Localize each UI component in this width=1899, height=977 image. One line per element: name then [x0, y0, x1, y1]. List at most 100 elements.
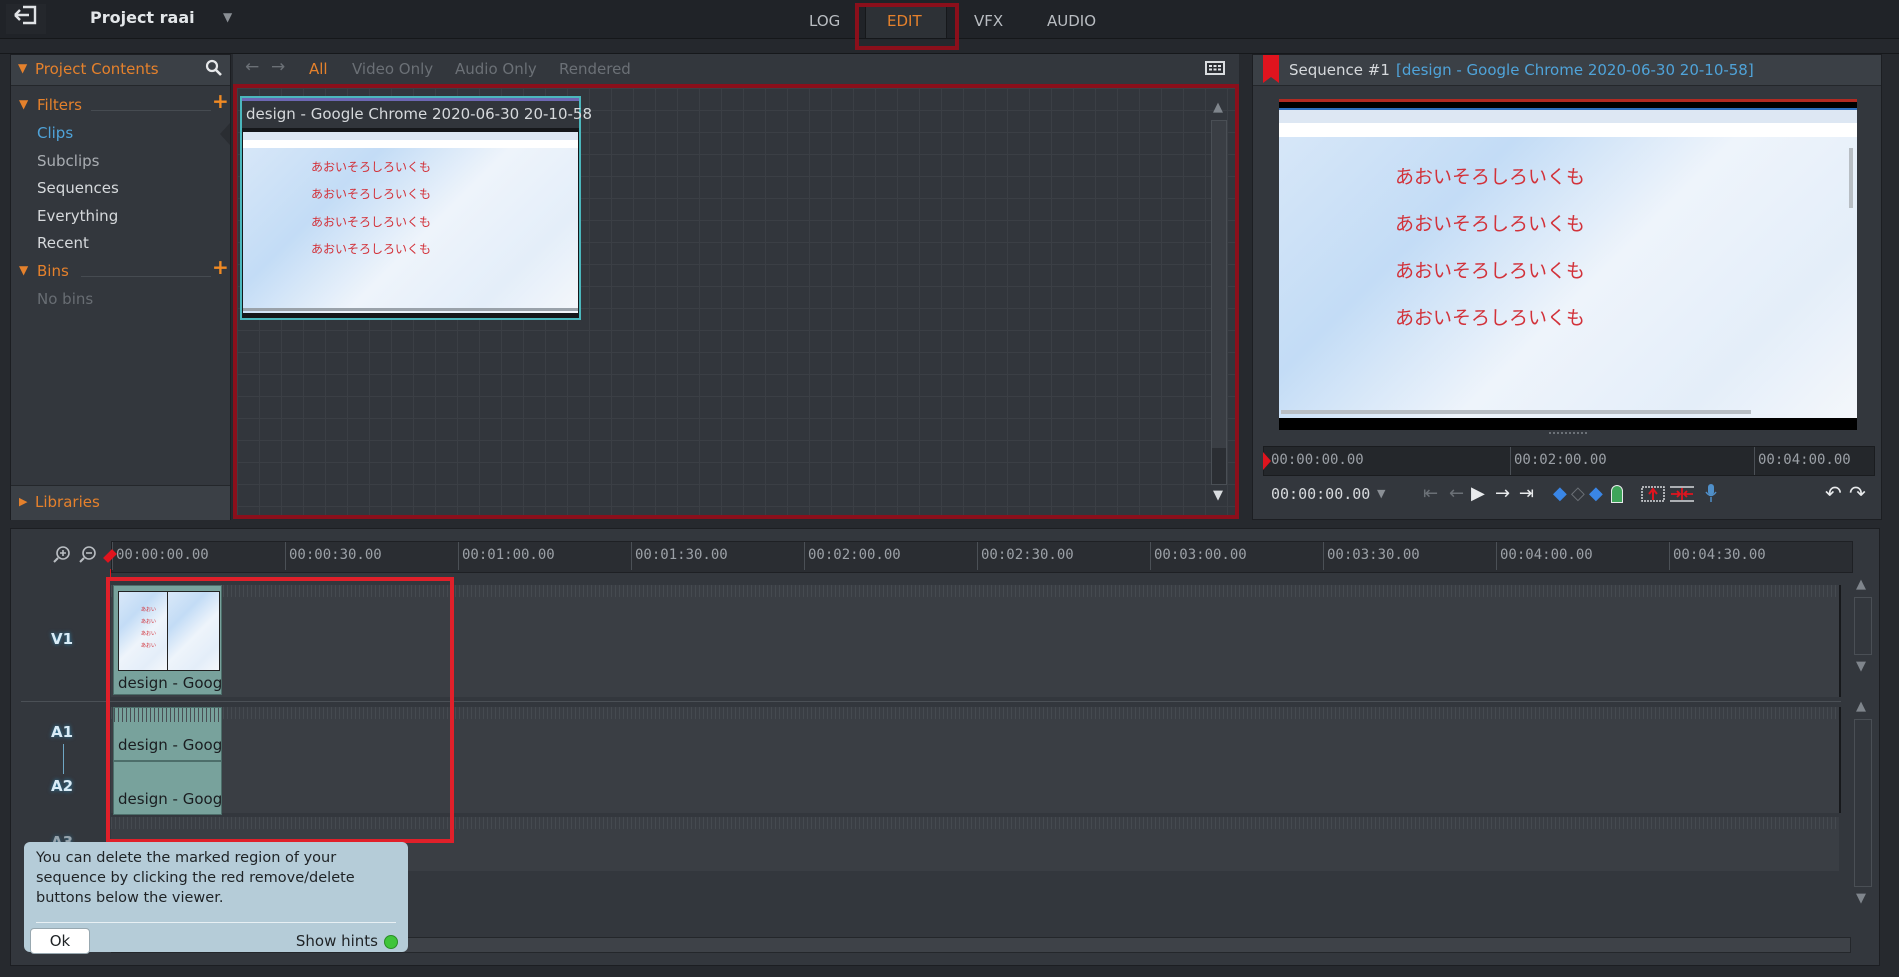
filter-rendered[interactable]: Rendered	[559, 60, 631, 78]
media-browser-scrollbar[interactable]: ▲ ▼	[1211, 100, 1227, 505]
show-hints-toggle-icon[interactable]	[384, 935, 398, 949]
undo-icon[interactable]: ↶	[1825, 481, 1842, 505]
sequence-label: Sequence #1	[1289, 61, 1390, 79]
tab-log[interactable]: LOG	[809, 12, 840, 30]
ruler-label: 00:03:30.00	[1327, 547, 1420, 563]
ruler-label: 00:00:00.00	[116, 547, 209, 563]
viewer-timecode[interactable]: 00:00:00.00	[1271, 485, 1370, 503]
viewer-ruler-label: 00:00:00.00	[1271, 452, 1364, 468]
filter-item-clips[interactable]: Clips	[37, 124, 73, 142]
filter-item-subclips[interactable]: Subclips	[37, 152, 99, 170]
timeline-ruler[interactable]: 00:00:00.00 00:00:30.00 00:01:00.00 00:0…	[111, 541, 1853, 573]
filters-section-label[interactable]: Filters	[37, 96, 82, 114]
thumb-text-line: あおいそろしろいくも	[311, 215, 432, 229]
bins-section-label[interactable]: Bins	[37, 262, 69, 280]
scroll-down-arrow-icon[interactable]: ▼	[1213, 488, 1223, 503]
mark-out-icon[interactable]: ◆	[1589, 483, 1603, 504]
track-label-a2[interactable]: A2	[51, 777, 73, 795]
add-bin-plus-icon[interactable]: +	[212, 255, 229, 279]
filter-item-everything[interactable]: Everything	[37, 207, 118, 225]
tab-vfx[interactable]: VFX	[974, 12, 1003, 30]
project-contents-header[interactable]: ▼ Project Contents	[11, 55, 230, 86]
sequence-bookmark-icon	[1263, 55, 1279, 87]
viewer-ruler-label: 00:04:00.00	[1758, 452, 1851, 468]
selected-filter-pointer	[220, 123, 230, 145]
viewer-frame-hscrollbar	[1281, 410, 1751, 414]
scrollbar-thumb[interactable]	[1212, 448, 1226, 484]
delete-region-icon[interactable]	[1669, 485, 1695, 507]
libraries-section[interactable]: ▶ Libraries	[11, 485, 230, 520]
tab-audio[interactable]: AUDIO	[1047, 12, 1096, 30]
viewer-header: Sequence #1 [design - Google Chrome 2020…	[1253, 55, 1881, 86]
sequence-viewer: Sequence #1 [design - Google Chrome 2020…	[1252, 54, 1882, 520]
ruler-label: 00:01:30.00	[635, 547, 728, 563]
bins-triangle-icon[interactable]: ▼	[19, 263, 28, 277]
add-marker-icon[interactable]	[1611, 485, 1623, 503]
search-icon[interactable]	[205, 59, 223, 81]
filter-item-recent[interactable]: Recent	[37, 234, 89, 252]
viewer-screen[interactable]: あおいそろしろいくも あおいそろしろいくも あおいそろしろいくも あおいそろしろ…	[1279, 99, 1857, 430]
filter-audio-only[interactable]: Audio Only	[455, 60, 537, 78]
play-icon[interactable]: ▶	[1471, 483, 1485, 504]
audio-tracks-scroll-down-icon[interactable]: ▼	[1856, 891, 1866, 906]
hint-text: You can delete the marked region of your…	[36, 850, 355, 906]
hint-popup: You can delete the marked region of your…	[24, 842, 408, 954]
viewer-playhead-icon[interactable]	[1263, 452, 1271, 470]
add-filter-plus-icon[interactable]: +	[212, 89, 229, 113]
track-link-line	[63, 744, 64, 774]
filter-video-only[interactable]: Video Only	[352, 60, 433, 78]
ruler-label: 00:04:00.00	[1500, 547, 1593, 563]
ruler-tick	[1150, 542, 1151, 570]
redo-icon[interactable]: ↷	[1849, 481, 1866, 505]
viewer-text-line: あおいそろしろいくも	[1395, 260, 1586, 282]
video-tracks-scroll-down-icon[interactable]: ▼	[1856, 659, 1866, 674]
grid-view-icon[interactable]	[1205, 61, 1225, 75]
viewer-text-line: あおいそろしろいくも	[1395, 166, 1586, 188]
viewer-text-line: あおいそろしろいくも	[1395, 307, 1586, 329]
clip-thumbnail-card[interactable]: design - Google Chrome 2020-06-30 20-10-…	[240, 96, 592, 320]
ruler-label: 00:01:00.00	[462, 547, 555, 563]
go-to-start-icon[interactable]: ⇤	[1423, 483, 1438, 504]
voice-over-mic-icon[interactable]	[1705, 483, 1717, 507]
hint-ok-button[interactable]: Ok	[30, 928, 90, 954]
show-hints-label[interactable]: Show hints	[296, 932, 378, 950]
audio-tracks-scrollbar[interactable]	[1854, 719, 1872, 887]
filter-item-sequences[interactable]: Sequences	[37, 179, 119, 197]
step-forward-icon[interactable]: →	[1495, 483, 1510, 504]
scrollbar-track[interactable]	[1211, 120, 1227, 485]
video-tracks-scroll-up-icon[interactable]: ▲	[1856, 577, 1866, 592]
step-back-icon[interactable]: ←	[1449, 483, 1464, 504]
exit-project-button[interactable]	[6, 4, 46, 34]
filter-all[interactable]: All	[309, 60, 328, 78]
ruler-label: 00:02:00.00	[808, 547, 901, 563]
expand-triangle-icon: ▼	[18, 61, 28, 75]
viewer-frame-scrollbar	[1849, 148, 1853, 208]
viewer-ruler-tick	[1510, 447, 1511, 475]
zoom-in-icon[interactable]	[53, 545, 71, 567]
edit-tab-highlight	[855, 3, 959, 50]
ruler-label: 00:00:30.00	[289, 547, 382, 563]
remove-region-icon[interactable]	[1641, 485, 1665, 507]
back-arrow-icon[interactable]: ←	[245, 57, 259, 77]
filters-triangle-icon[interactable]: ▼	[19, 97, 28, 111]
audio-tracks-scroll-up-icon[interactable]: ▲	[1856, 699, 1866, 714]
viewer-ruler[interactable]: 00:00:00.00 00:02:00.00 00:04:00.00	[1263, 446, 1875, 476]
forward-arrow-icon[interactable]: →	[271, 57, 285, 77]
hint-separator	[36, 922, 396, 923]
track-label-v1[interactable]: V1	[51, 630, 73, 648]
mark-in-icon[interactable]: ◆	[1553, 483, 1567, 504]
project-title[interactable]: Project raai	[90, 8, 195, 27]
clear-marks-icon[interactable]: ◇	[1571, 483, 1585, 504]
zoom-out-icon[interactable]	[79, 545, 97, 567]
project-contents-title: Project Contents	[35, 60, 159, 78]
go-to-end-icon[interactable]: ⇥	[1519, 483, 1534, 504]
timecode-caret-icon[interactable]: ▼	[1377, 487, 1385, 500]
clip-thumbnail-image: あおいそろしろいくも あおいそろしろいくも あおいそろしろいくも あおいそろしろ…	[243, 132, 578, 313]
viewer-resize-handle[interactable]	[1549, 432, 1587, 438]
video-tracks-scrollbar[interactable]	[1854, 597, 1872, 655]
project-menu-caret-icon[interactable]: ▼	[223, 10, 232, 24]
viewer-clip-label: [design - Google Chrome 2020-06-30 20-10…	[1396, 61, 1754, 79]
scroll-up-arrow-icon[interactable]: ▲	[1213, 100, 1223, 115]
track-label-a1[interactable]: A1	[51, 723, 73, 741]
ruler-label: 00:04:30.00	[1673, 547, 1766, 563]
